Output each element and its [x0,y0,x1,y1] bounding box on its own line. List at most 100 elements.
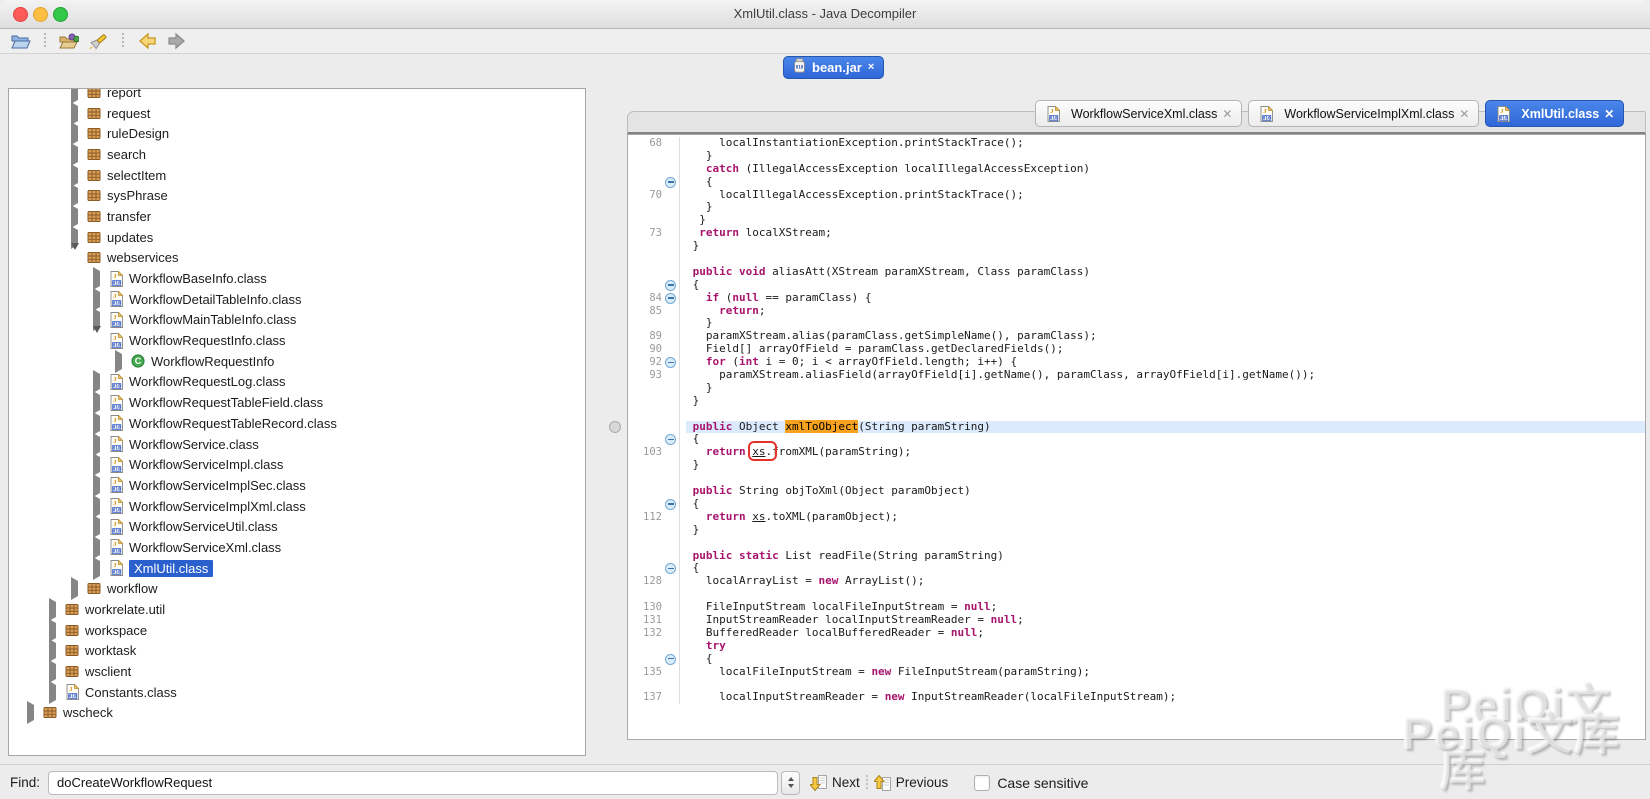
tree-item-workflow[interactable]: workflow [9,579,585,600]
chevron-right-icon[interactable] [93,437,103,452]
tree-item-wscheck[interactable]: wscheck [9,703,585,724]
open-file-icon[interactable] [10,31,32,51]
tree-item-request[interactable]: request [9,103,585,124]
close-icon[interactable]: × [868,62,874,73]
search-icon[interactable] [88,31,110,51]
chevron-right-icon[interactable] [49,602,59,617]
chevron-right-icon[interactable] [71,168,81,183]
find-previous-button[interactable]: Previous [874,775,949,791]
chevron-right-icon[interactable] [93,292,103,307]
chevron-right-icon[interactable] [93,457,103,472]
tree-item-workrelate-util[interactable]: workrelate.util [9,599,585,620]
tree-item-ruleDesign[interactable]: ruleDesign [9,123,585,144]
editor-tab-WorkflowServiceXml-class[interactable]: J010WorkflowServiceXml.class✕ [1035,100,1242,127]
line-number [628,640,662,653]
tree-item-WorkflowRequestInfo-class[interactable]: J010WorkflowRequestInfo.class [9,330,585,351]
collapse-icon[interactable] [665,563,676,574]
chevron-right-icon[interactable] [93,499,103,514]
tree-item-selectItem[interactable]: selectItem [9,165,585,186]
back-icon[interactable] [136,31,158,51]
close-icon[interactable]: ✕ [1604,107,1614,121]
annotated-symbol-link[interactable]: xs [752,445,765,458]
tree-item-workspace[interactable]: workspace [9,620,585,641]
chevron-right-icon[interactable] [71,209,81,224]
splitter-grip[interactable] [609,421,621,433]
chevron-right-icon[interactable] [27,705,37,720]
chevron-down-icon[interactable] [71,250,81,265]
chevron-right-icon[interactable] [71,126,81,141]
open-type-icon[interactable] [58,31,80,51]
chevron-right-icon[interactable] [49,685,59,700]
tree-item-WorkflowServiceImplXml-class[interactable]: J010WorkflowServiceImplXml.class [9,496,585,517]
tree-item-WorkflowBaseInfo-class[interactable]: J010WorkflowBaseInfo.class [9,268,585,289]
find-next-button[interactable]: Next [810,775,860,791]
chevron-right-icon[interactable] [93,519,103,534]
tree-item-WorkflowServiceImplSec-class[interactable]: J010WorkflowServiceImplSec.class [9,475,585,496]
tree-item-WorkflowRequestInfo[interactable]: CWorkflowRequestInfo [9,351,585,372]
jar-tab-bean[interactable]: 010 bean.jar × [783,56,884,79]
close-icon[interactable]: ✕ [1222,107,1232,121]
code-line-103: 103return xs.fromXML(paramString); [628,446,1645,459]
chevron-right-icon[interactable] [93,540,103,555]
chevron-right-icon[interactable] [93,271,103,286]
tree-item-WorkflowRequestTableField-class[interactable]: J010WorkflowRequestTableField.class [9,392,585,413]
editor-tab-WorkflowServiceImplXml-class[interactable]: J010WorkflowServiceImplXml.class✕ [1248,100,1479,127]
symbol-link[interactable]: xs [752,510,765,523]
forward-icon[interactable] [166,31,188,51]
chevron-right-icon[interactable] [93,416,103,431]
gutter-fold-column [662,176,680,189]
collapse-icon[interactable] [665,177,676,188]
keyword: if [706,291,719,304]
chevron-right-icon[interactable] [93,374,103,389]
collapse-icon[interactable] [665,280,676,291]
chevron-down-icon[interactable] [93,333,103,348]
close-icon[interactable]: ✕ [1459,107,1469,121]
tree-item-worktask[interactable]: worktask [9,641,585,662]
chevron-right-icon[interactable] [71,106,81,121]
tree-item-sysPhrase[interactable]: sysPhrase [9,185,585,206]
tree-item-WorkflowService-class[interactable]: J010WorkflowService.class [9,434,585,455]
chevron-right-icon[interactable] [115,354,125,369]
editor-tab-XmlUtil-class[interactable]: J010XmlUtil.class✕ [1485,100,1624,127]
tree-item-WorkflowServiceUtil-class[interactable]: J010WorkflowServiceUtil.class [9,516,585,537]
tree-item-wsclient[interactable]: wsclient [9,661,585,682]
tree-item-webservices[interactable]: webservices [9,248,585,269]
code-fragment: } [706,200,713,213]
tree-item-transfer[interactable]: transfer [9,206,585,227]
tree-item-WorkflowDetailTableInfo-class[interactable]: J010WorkflowDetailTableInfo.class [9,289,585,310]
code-fragment: .fromXML(paramString); [765,445,911,458]
collapse-icon[interactable] [665,434,676,445]
gutter-fold-column [662,640,680,653]
tree-item-Constants-class[interactable]: J010Constants.class [9,682,585,703]
tree-item-updates[interactable]: updates [9,227,585,248]
keyword: new [871,665,891,678]
collapse-icon[interactable] [665,293,676,304]
chevron-right-icon[interactable] [93,478,103,493]
chevron-right-icon[interactable] [49,643,59,658]
tree-item-WorkflowServiceImpl-class[interactable]: J010WorkflowServiceImpl.class [9,454,585,475]
find-history-stepper[interactable] [781,771,800,795]
chevron-right-icon[interactable] [71,88,81,100]
chevron-right-icon[interactable] [71,581,81,596]
chevron-right-icon[interactable] [71,147,81,162]
chevron-right-icon[interactable] [49,664,59,679]
case-sensitive-checkbox[interactable] [974,775,990,791]
tree-item-WorkflowServiceXml-class[interactable]: J010WorkflowServiceXml.class [9,537,585,558]
tree-item-search[interactable]: search [9,144,585,165]
code-fragment: FileInputStream(paramString); [891,665,1090,678]
find-input[interactable] [48,771,778,795]
collapse-icon[interactable] [665,499,676,510]
chevron-right-icon[interactable] [93,561,103,576]
code-text: } [686,459,1645,472]
chevron-right-icon[interactable] [49,623,59,638]
collapse-icon[interactable] [665,654,676,665]
chevron-right-icon[interactable] [71,188,81,203]
chevron-right-icon[interactable] [93,395,103,410]
tree-item-WorkflowRequestLog-class[interactable]: J010WorkflowRequestLog.class [9,372,585,393]
tree-item-WorkflowRequestTableRecord-class[interactable]: J010WorkflowRequestTableRecord.class [9,413,585,434]
tree-item-XmlUtil-class[interactable]: J010XmlUtil.class [9,558,585,579]
tree-item-report[interactable]: report [9,88,585,103]
code-fragment: localArrayList = [706,574,819,587]
collapse-icon[interactable] [665,357,676,368]
code-fragment: ; [1017,613,1024,626]
